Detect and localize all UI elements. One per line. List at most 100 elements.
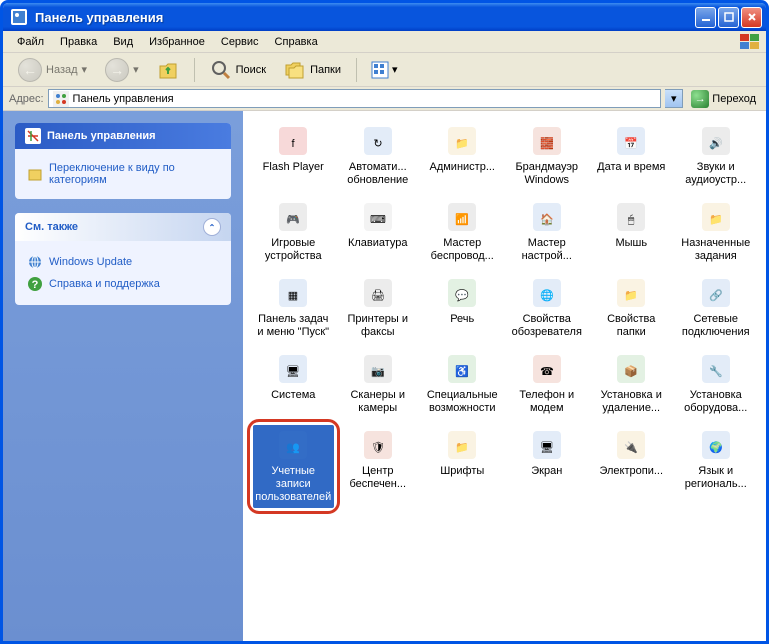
control-panel-window: Панель управления ФайлПравкаВидИзбранное… [0, 0, 769, 644]
icon-label: Администр... [429, 161, 495, 174]
scheduled-icon: 📁 [700, 201, 732, 233]
cpl-item-speech[interactable]: 💬Речь [422, 273, 503, 343]
cpl-item-auto-update[interactable]: ↻Автомати... обновление [338, 121, 419, 191]
cpl-item-phone[interactable]: ☎Телефон и модем [507, 349, 588, 419]
views-button[interactable]: ▾ [365, 57, 403, 83]
svg-text:📷: 📷 [371, 366, 385, 378]
cpl-item-display[interactable]: 🖥Экран [507, 425, 588, 508]
menu-справка[interactable]: Справка [267, 34, 326, 50]
cpl-item-scanners[interactable]: 📷 Сканеры и камеры [338, 349, 419, 419]
icon-label: Учетные записи пользователей [255, 465, 331, 504]
cpl-item-mouse[interactable]: 🖱Мышь [591, 197, 672, 267]
admin-icon: 📁 [446, 125, 478, 157]
cpl-item-fonts[interactable]: 📁 Шрифты [422, 425, 503, 508]
panel-header[interactable]: Панель управления [15, 123, 231, 149]
search-icon [210, 59, 232, 81]
accessibility-icon: ♿ [446, 353, 478, 385]
svg-text:🔊: 🔊 [709, 136, 723, 150]
network-conn-icon: 🔗 [700, 277, 732, 309]
link-label: Справка и поддержка [49, 278, 160, 290]
cpl-item-internet-opts[interactable]: 🌐Свойства обозревателя [507, 273, 588, 343]
icon-label: Система [271, 389, 315, 402]
windows-update-link[interactable]: Windows Update [27, 251, 219, 273]
menu-вид[interactable]: Вид [105, 34, 141, 50]
cpl-item-folder-opts[interactable]: 📁Свойства папки [591, 273, 672, 343]
folders-button[interactable]: Папки [277, 56, 348, 84]
flash-icon: f [277, 125, 309, 157]
cpl-item-regional[interactable]: 🌍Язык и региональ... [676, 425, 757, 508]
cpl-item-keyboard[interactable]: ⌨Клавиатура [338, 197, 419, 267]
control-panel-icon [53, 91, 69, 107]
datetime-icon: 📅 [615, 125, 647, 157]
cpl-item-hardware[interactable]: 🔧Установка оборудова... [676, 349, 757, 419]
cpl-item-network-wiz[interactable]: 🏠Мастер настрой... [507, 197, 588, 267]
cpl-item-add-remove[interactable]: 📦Установка и удаление... [591, 349, 672, 419]
app-icon [11, 9, 27, 25]
collapse-icon[interactable]: ⌃ [203, 218, 221, 236]
folder-up-icon [157, 59, 179, 81]
menu-сервис[interactable]: Сервис [213, 34, 267, 50]
svg-text:🖥: 🖥 [540, 441, 554, 454]
icon-label: Flash Player [263, 161, 324, 174]
globe-icon [27, 254, 43, 270]
panel-title: См. также [25, 221, 78, 233]
maximize-button[interactable] [718, 7, 739, 28]
svg-text:👥: 👥 [286, 442, 300, 454]
folder-opts-icon: 📁 [615, 277, 647, 309]
addressbar: Адрес: Панель управления ▾ → Переход [3, 87, 766, 111]
phone-icon: ☎ [531, 353, 563, 385]
icon-label: Установка оборудова... [678, 389, 754, 415]
printers-icon: 🖨 [362, 277, 394, 309]
up-button[interactable] [150, 56, 186, 84]
go-button[interactable]: → Переход [687, 89, 760, 109]
menu-файл[interactable]: Файл [9, 34, 52, 50]
cpl-item-security[interactable]: 🛡Центр беспечен... [338, 425, 419, 508]
svg-text:📁: 📁 [624, 290, 638, 302]
cpl-item-gamectrl[interactable]: 🎮Игровые устройства [253, 197, 334, 267]
address-input[interactable]: Панель управления [48, 89, 662, 108]
switch-category-view-link[interactable]: Переключение к виду по категориям [27, 159, 219, 189]
cpl-item-accessibility[interactable]: ♿Специальные возможности [422, 349, 503, 419]
search-button[interactable]: Поиск [203, 56, 273, 84]
cpl-item-wireless[interactable]: 📶Мастер беспровод... [422, 197, 503, 267]
cpl-item-firewall[interactable]: 🧱Брандмауэр Windows [507, 121, 588, 191]
system-icon: 🖥 [277, 353, 309, 385]
security-icon: 🛡 [362, 429, 394, 461]
cpl-item-admin[interactable]: 📁 Администр... [422, 121, 503, 191]
icon-label: Принтеры и факсы [340, 313, 416, 339]
cpl-item-printers[interactable]: 🖨 Принтеры и факсы [338, 273, 419, 343]
windows-flag-icon [740, 34, 760, 50]
titlebar[interactable]: Панель управления [3, 3, 766, 31]
cpl-item-datetime[interactable]: 📅Дата и время [591, 121, 672, 191]
cpl-item-network-conn[interactable]: 🔗Сетевые подключения [676, 273, 757, 343]
close-button[interactable] [741, 7, 762, 28]
cpl-item-system[interactable]: 🖥 Система [253, 349, 334, 419]
forward-button[interactable]: → ▾ [98, 55, 146, 85]
cpl-item-users[interactable]: 👥 Учетные записи пользователей [253, 425, 334, 508]
chevron-down-icon: ▾ [82, 63, 88, 76]
address-dropdown[interactable]: ▾ [665, 89, 683, 108]
cpl-item-flash[interactable]: f Flash Player [253, 121, 334, 191]
cpl-item-sounds[interactable]: 🔊Звуки и аудиоустр... [676, 121, 757, 191]
sidebar-panel-main: Панель управления Переключение к виду по… [15, 123, 231, 199]
panel-header[interactable]: См. также ⌃ [15, 213, 231, 241]
svg-text:☎: ☎ [540, 366, 554, 378]
menu-правка[interactable]: Правка [52, 34, 105, 50]
svg-text:📁: 📁 [455, 442, 469, 454]
cpl-item-taskbar[interactable]: ▦Панель задач и меню "Пуск" [253, 273, 334, 343]
search-label: Поиск [236, 64, 266, 76]
svg-text:📁: 📁 [709, 214, 723, 226]
icon-label: Сканеры и камеры [340, 389, 416, 415]
help-support-link[interactable]: ? Справка и поддержка [27, 273, 219, 295]
cpl-item-scheduled[interactable]: 📁Назначенные задания [676, 197, 757, 267]
menu-избранное[interactable]: Избранное [141, 34, 213, 50]
svg-text:📁: 📁 [455, 138, 469, 150]
svg-text:🔗: 🔗 [709, 288, 723, 302]
icon-label: Шрифты [440, 465, 484, 478]
views-icon [370, 60, 390, 80]
menubar: ФайлПравкаВидИзбранноеСервисСправка [3, 31, 766, 53]
cpl-item-power[interactable]: 🔌Электропи... [591, 425, 672, 508]
minimize-button[interactable] [695, 7, 716, 28]
icon-label: Автомати... обновление [340, 161, 416, 187]
back-button[interactable]: ← Назад ▾ [11, 55, 94, 85]
